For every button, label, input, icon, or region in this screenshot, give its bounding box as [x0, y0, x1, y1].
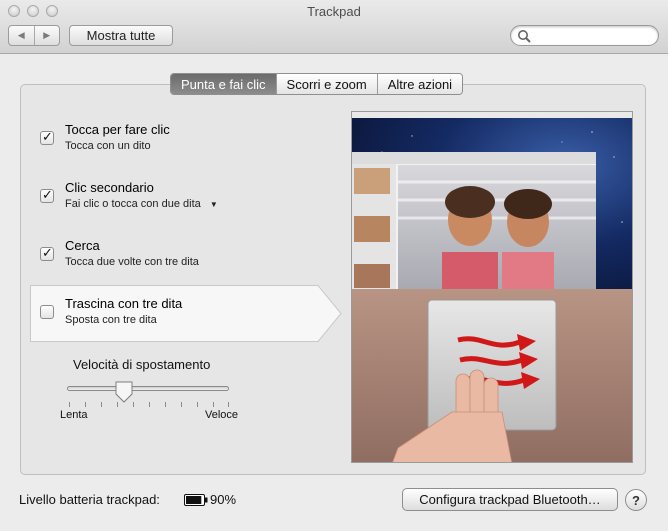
gesture-illustration: [352, 112, 632, 462]
checkmark-icon: ✓: [42, 187, 53, 202]
checkbox-three-finger-drag[interactable]: [40, 305, 54, 319]
tracking-speed-label: Velocità di spostamento: [73, 357, 211, 372]
back-arrow-icon[interactable]: ◀: [9, 26, 34, 45]
battery-level-value: 90%: [210, 492, 237, 507]
option-three-finger-drag[interactable]: Trascina con tre dita Sposta con tre dit…: [30, 296, 275, 336]
tab-more-gestures[interactable]: Altre azioni: [376, 74, 463, 94]
help-button[interactable]: ?: [625, 489, 647, 511]
option-title: Clic secondario: [65, 180, 154, 195]
option-tap-to-click[interactable]: ✓ Tocca per fare clic Tocca con un dito: [30, 122, 275, 162]
secondary-click-method: Fai clic o tocca con due dita: [65, 198, 201, 210]
search-field[interactable]: [510, 25, 659, 46]
slider-ticks: [69, 402, 229, 408]
configure-bluetooth-trackpad-button[interactable]: Configura trackpad Bluetooth…: [402, 488, 618, 511]
option-title: Trascina con tre dita: [65, 296, 183, 311]
checkbox-secondary-click[interactable]: ✓: [40, 187, 54, 203]
option-subtitle: Tocca con un dito: [65, 140, 151, 152]
nav-segment: ◀ ▶: [8, 25, 60, 46]
forward-arrow-icon[interactable]: ▶: [33, 26, 60, 45]
slider-max-label: Veloce: [205, 409, 239, 421]
gesture-preview: [351, 111, 633, 463]
title-bar: Trackpad ◀ ▶ Mostra tutte: [0, 0, 668, 54]
option-title: Tocca per fare clic: [65, 122, 170, 137]
battery-icon: [184, 494, 208, 506]
checkmark-icon: ✓: [42, 245, 53, 260]
option-subtitle[interactable]: Fai clic o tocca con due dita ▼: [65, 198, 218, 210]
option-title: Cerca: [65, 238, 100, 253]
checkbox-tap-to-click[interactable]: ✓: [40, 129, 54, 145]
window-title: Trackpad: [307, 4, 361, 19]
popup-arrow-icon[interactable]: ▼: [210, 200, 218, 209]
tab-bar: Punta e fai clic Scorri e zoom Altre azi…: [170, 73, 464, 95]
magnifier-icon: [518, 30, 531, 43]
tab-point-and-click[interactable]: Punta e fai clic: [171, 74, 276, 94]
tracking-speed-slider[interactable]: [67, 386, 229, 391]
battery-level-label: Livello batteria trackpad:: [19, 492, 160, 507]
slider-min-label: Lenta: [60, 409, 88, 421]
menu-bar: [352, 112, 632, 118]
show-all-button[interactable]: Mostra tutte: [69, 25, 173, 46]
checkmark-icon: ✓: [42, 129, 53, 144]
option-subtitle: Sposta con tre dita: [65, 314, 157, 326]
checkbox-look-up[interactable]: ✓: [40, 245, 54, 261]
option-subtitle: Tocca due volte con tre dita: [65, 256, 199, 268]
slider-knob[interactable]: [114, 381, 134, 403]
option-look-up[interactable]: ✓ Cerca Tocca due volte con tre dita: [30, 238, 275, 278]
option-secondary-click[interactable]: ✓ Clic secondario Fai clic o tocca con d…: [30, 180, 275, 220]
tab-scroll-and-zoom[interactable]: Scorri e zoom: [275, 74, 377, 94]
